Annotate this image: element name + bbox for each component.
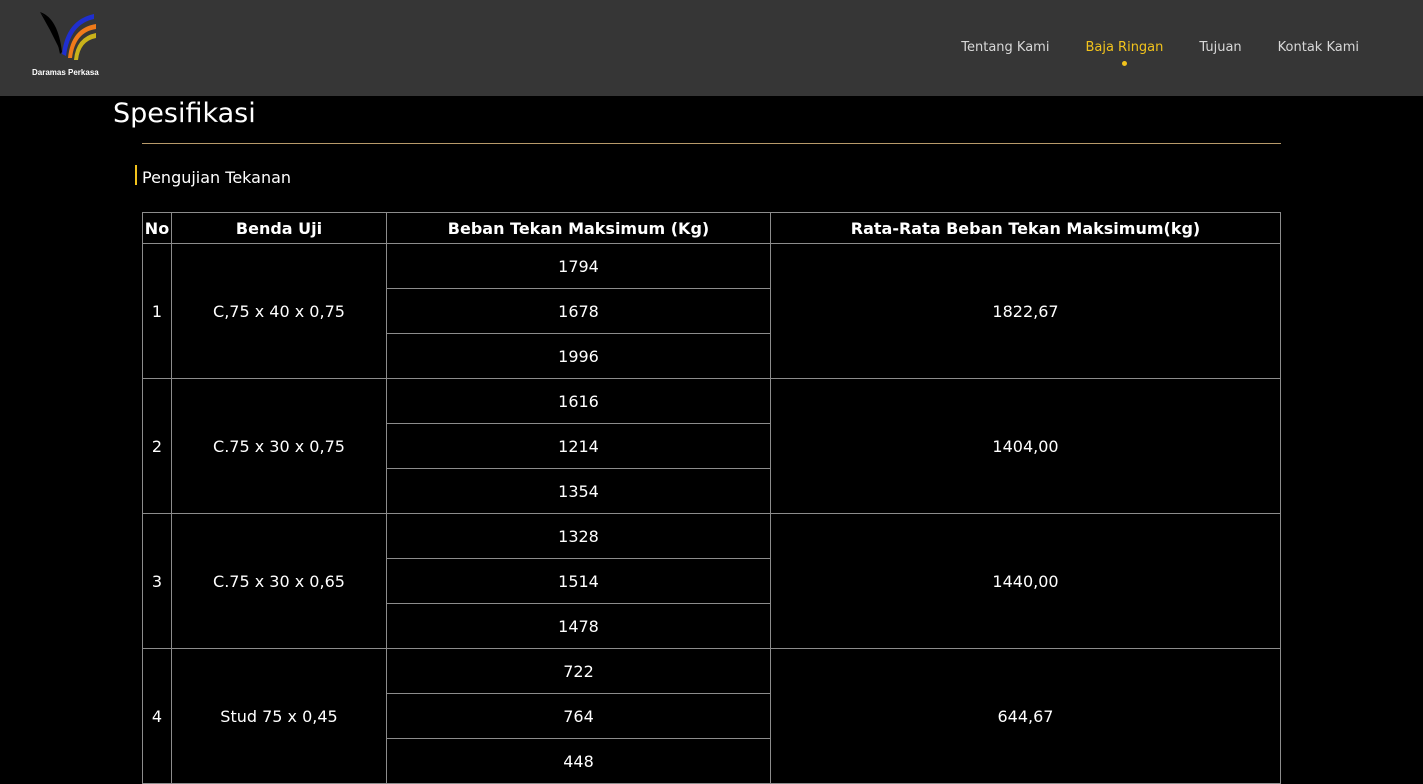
- cell-beban: 1214: [386, 423, 771, 469]
- nav-label: Baja Ringan: [1085, 40, 1164, 55]
- cell-beban: 722: [386, 648, 771, 694]
- title-divider: [142, 143, 1281, 144]
- brand-name: Daramas Perkasa: [32, 68, 99, 77]
- cell-beban: 1478: [386, 603, 771, 649]
- cell-rata: 644,67: [770, 648, 1281, 784]
- nav-kontak-kami[interactable]: Kontak Kami: [1278, 40, 1359, 55]
- cell-beban: 1616: [386, 378, 771, 424]
- cell-benda: Stud 75 x 0,45: [171, 648, 387, 784]
- cell-benda: C.75 x 30 x 0,65: [171, 513, 387, 649]
- cell-no: 4: [142, 648, 172, 784]
- cell-benda: C.75 x 30 x 0,75: [171, 378, 387, 514]
- subsection-title: Pengujian Tekanan: [142, 168, 292, 187]
- cell-beban: 1514: [386, 558, 771, 604]
- cell-no: 3: [142, 513, 172, 649]
- cell-no: 1: [142, 243, 172, 379]
- cell-rata: 1440,00: [770, 513, 1281, 649]
- table-row: 1 C,75 x 40 x 0,75 1794 1822,67: [142, 243, 1281, 379]
- table-header-row: No Benda Uji Beban Tekan Maksimum (Kg) R…: [142, 212, 1281, 244]
- logo-icon: [40, 12, 96, 60]
- nav-tujuan[interactable]: Tujuan: [1199, 40, 1241, 55]
- cell-rata: 1404,00: [770, 378, 1281, 514]
- table-row: 4 Stud 75 x 0,45 722 644,67: [142, 648, 1281, 784]
- cell-benda: C,75 x 40 x 0,75: [171, 243, 387, 379]
- spec-table: No Benda Uji Beban Tekan Maksimum (Kg) R…: [142, 212, 1281, 784]
- active-indicator-dot: [1121, 61, 1127, 66]
- navbar: Daramas Perkasa Tentang Kami Baja Ringan…: [0, 0, 1423, 96]
- nav-label: Kontak Kami: [1277, 40, 1359, 55]
- header-beban-tekan: Beban Tekan Maksimum (Kg): [386, 212, 771, 244]
- nav-baja-ringan[interactable]: Baja Ringan: [1085, 40, 1164, 66]
- nav-label: Tentang Kami: [961, 40, 1050, 55]
- cell-beban: 1996: [386, 333, 771, 379]
- table-row: 2 C.75 x 30 x 0,75 1616 1404,00: [142, 378, 1281, 514]
- cell-beban: 1354: [386, 468, 771, 514]
- cell-rata: 1822,67: [770, 243, 1281, 379]
- header-rata-rata: Rata-Rata Beban Tekan Maksimum(kg): [770, 212, 1281, 244]
- nav-tentang-kami[interactable]: Tentang Kami: [961, 40, 1049, 55]
- subsection-heading: Pengujian Tekanan: [135, 165, 292, 187]
- header-benda-uji: Benda Uji: [171, 212, 387, 244]
- main-nav: Tentang Kami Baja Ringan Tujuan Kontak K…: [961, 40, 1359, 66]
- cell-beban: 1328: [386, 513, 771, 559]
- cell-beban: 1794: [386, 243, 771, 289]
- brand-logo[interactable]: Daramas Perkasa: [30, 10, 110, 82]
- cell-beban: 1678: [386, 288, 771, 334]
- nav-label: Tujuan: [1199, 40, 1242, 55]
- cell-beban: 764: [386, 693, 771, 739]
- table-row: 3 C.75 x 30 x 0,65 1328 1440,00: [142, 513, 1281, 649]
- header-no: No: [142, 212, 172, 244]
- cell-no: 2: [142, 378, 172, 514]
- page-title: Spesifikasi: [113, 98, 256, 129]
- cell-beban: 448: [386, 738, 771, 784]
